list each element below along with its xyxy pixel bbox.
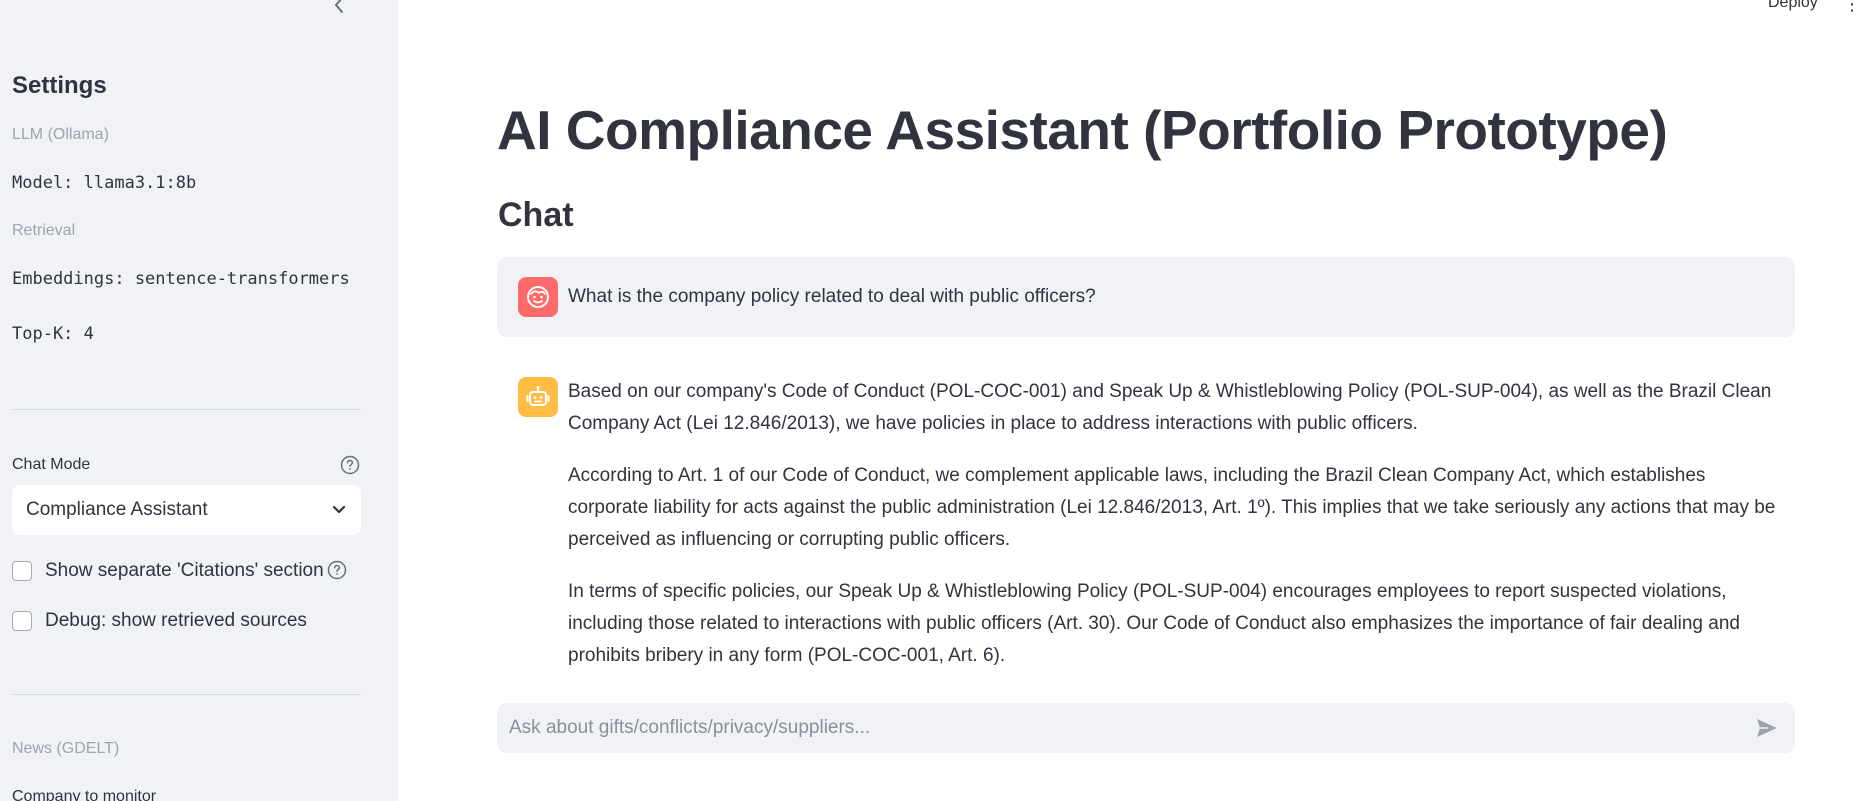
- retrieval-caption: Retrieval: [12, 222, 76, 239]
- assistant-message: Based on our company's Code of Conduct (…: [497, 360, 1795, 680]
- embeddings-text: Embeddings: sentence-transformers: [12, 269, 350, 289]
- chat-input-container: [497, 703, 1795, 753]
- collapse-sidebar-button[interactable]: [326, 0, 352, 16]
- citations-label: Show separate 'Citations' section: [45, 560, 324, 581]
- main-menu-icon[interactable]: ⋮: [1843, 0, 1858, 15]
- question-circle-icon[interactable]: [327, 560, 347, 580]
- sidebar-divider: [12, 694, 361, 695]
- deploy-button[interactable]: Deploy: [1768, 0, 1818, 12]
- company-to-monitor-label: Company to monitor: [12, 788, 157, 801]
- news-caption: News (GDELT): [12, 740, 120, 757]
- topk-text: Top-K: 4: [12, 324, 94, 344]
- chat-heading: Chat: [498, 196, 574, 234]
- assistant-paragraph: According to Art. 1 of our Code of Condu…: [568, 465, 1776, 550]
- sidebar-divider: [12, 409, 361, 410]
- sidebar-title: Settings: [12, 72, 107, 99]
- page-title: AI Compliance Assistant (Portfolio Proto…: [497, 99, 1668, 161]
- sidebar: Settings LLM (Ollama) Model: llama3.1:8b…: [0, 0, 398, 801]
- chat-input[interactable]: [509, 717, 1751, 739]
- citations-checkbox[interactable]: [12, 561, 32, 581]
- chevron-left-icon: [335, 0, 343, 13]
- chat-mode-select[interactable]: Compliance Assistant: [12, 485, 361, 535]
- question-circle-icon[interactable]: [340, 455, 360, 475]
- assistant-paragraph: In terms of specific policies, our Speak…: [568, 581, 1740, 666]
- citations-checkbox-row[interactable]: Show separate 'Citations' section: [12, 560, 324, 582]
- send-icon: [1757, 719, 1777, 737]
- user-message-text: What is the company policy related to de…: [568, 286, 1096, 307]
- chat-mode-value: Compliance Assistant: [26, 499, 208, 520]
- chevron-down-icon: [332, 505, 346, 514]
- user-message: What is the company policy related to de…: [497, 257, 1795, 337]
- user-face-icon: [518, 277, 558, 317]
- debug-label: Debug: show retrieved sources: [45, 610, 307, 631]
- send-button[interactable]: [1751, 712, 1783, 744]
- robot-icon: [518, 377, 558, 417]
- debug-checkbox-row[interactable]: Debug: show retrieved sources: [12, 610, 307, 632]
- debug-checkbox[interactable]: [12, 611, 32, 631]
- assistant-paragraph: Based on our company's Code of Conduct (…: [568, 381, 1772, 434]
- model-text: Model: llama3.1:8b: [12, 173, 197, 193]
- chat-mode-label: Chat Mode: [12, 456, 91, 473]
- llm-caption: LLM (Ollama): [12, 126, 109, 143]
